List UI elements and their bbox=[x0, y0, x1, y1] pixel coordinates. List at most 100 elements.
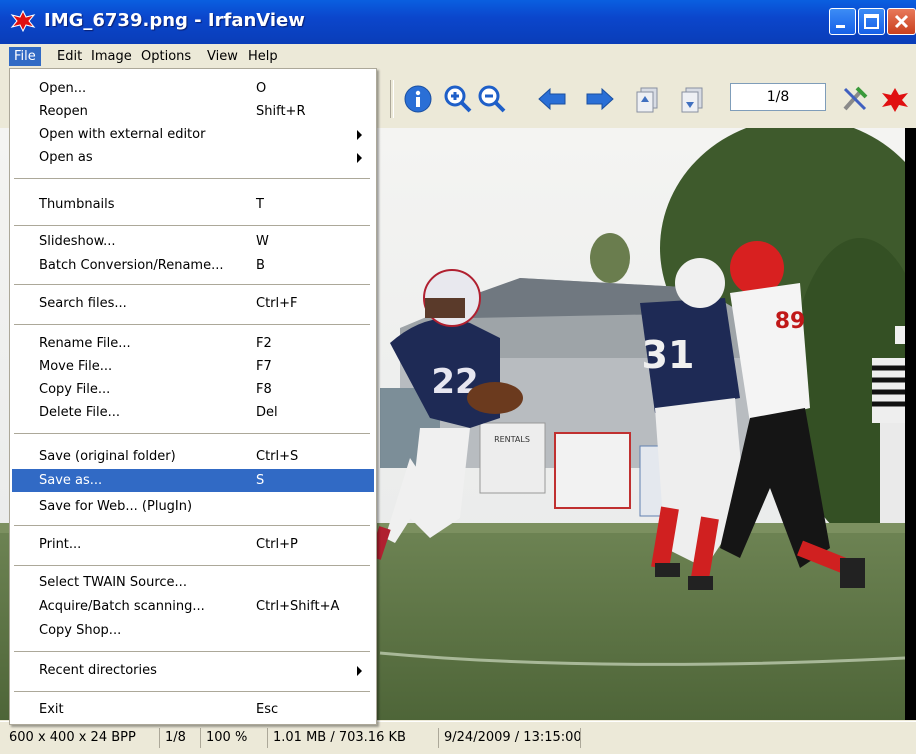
status-zoom: 100 % bbox=[200, 728, 252, 748]
menu-item-open-with-external-editor[interactable]: Open with external editor bbox=[12, 123, 374, 146]
menu-separator bbox=[14, 525, 370, 526]
menu-item-label: Recent directories bbox=[39, 663, 157, 678]
menu-item-label: Save for Web... (PlugIn) bbox=[39, 499, 193, 514]
menu-item-thumbnails[interactable]: Thumbnails T bbox=[12, 193, 374, 216]
menu-item-print[interactable]: Print... Ctrl+P bbox=[12, 533, 374, 556]
jersey-number-89: 89 bbox=[775, 309, 806, 334]
close-icon bbox=[894, 14, 909, 29]
status-empty-pane bbox=[580, 728, 900, 748]
menu-separator bbox=[14, 691, 370, 692]
menu-separator bbox=[14, 565, 370, 566]
menu-item-shortcut: Esc bbox=[256, 702, 279, 717]
title-bar: IMG_6739.png - IrfanView bbox=[0, 0, 916, 44]
status-file-size: 1.01 MB / 703.16 KB bbox=[267, 728, 411, 748]
menu-item-reopen[interactable]: Reopen Shift+R bbox=[12, 100, 374, 123]
menu-separator bbox=[14, 651, 370, 652]
menu-item-copy-file[interactable]: Copy File... F8 bbox=[12, 378, 374, 401]
minimize-button[interactable] bbox=[829, 8, 856, 35]
menu-item-label: Open as bbox=[39, 150, 93, 165]
minimize-icon bbox=[836, 25, 845, 28]
menu-item-slideshow[interactable]: Slideshow... W bbox=[12, 230, 374, 253]
menu-file[interactable]: File bbox=[9, 47, 41, 66]
maximize-button[interactable] bbox=[858, 8, 885, 35]
menu-item-label: Thumbnails bbox=[39, 197, 115, 212]
zoom-in-icon[interactable] bbox=[443, 84, 473, 114]
status-bar: 600 x 400 x 24 BPP 1/8 100 % 1.01 MB / 7… bbox=[0, 721, 916, 754]
menu-item-shortcut: B bbox=[256, 258, 265, 273]
menu-item-label: Search files... bbox=[39, 296, 127, 311]
previous-image-icon[interactable] bbox=[537, 84, 567, 114]
menu-separator bbox=[14, 178, 370, 179]
menu-item-shortcut: F8 bbox=[256, 382, 272, 397]
menu-item-save-original-folder[interactable]: Save (original folder) Ctrl+S bbox=[12, 445, 374, 468]
menu-item-label: Acquire/Batch scanning... bbox=[39, 599, 205, 614]
menu-item-label: Save (original folder) bbox=[39, 449, 176, 464]
menu-item-label: Slideshow... bbox=[39, 234, 116, 249]
menu-item-copy-shop[interactable]: Copy Shop... bbox=[12, 619, 374, 642]
menu-item-shortcut: W bbox=[256, 234, 269, 249]
first-page-icon[interactable] bbox=[633, 84, 663, 114]
info-icon[interactable] bbox=[403, 84, 433, 114]
menu-item-search-files[interactable]: Search files... Ctrl+F bbox=[12, 292, 374, 315]
menu-item-exit[interactable]: Exit Esc bbox=[12, 698, 374, 721]
menu-item-label: Move File... bbox=[39, 359, 113, 374]
menu-help[interactable]: Help bbox=[243, 47, 283, 66]
menu-item-label: Batch Conversion/Rename... bbox=[39, 258, 224, 273]
menu-item-open[interactable]: Open... O bbox=[12, 77, 374, 100]
menu-edit[interactable]: Edit bbox=[52, 47, 87, 66]
menu-item-label: Reopen bbox=[39, 104, 88, 119]
toolbar-separator bbox=[390, 80, 394, 118]
menu-item-recent-directories[interactable]: Recent directories bbox=[12, 659, 374, 682]
menu-separator bbox=[14, 433, 370, 434]
sign-rentals-text: RENTALS bbox=[494, 435, 530, 444]
page-counter-field[interactable]: 1/8 bbox=[730, 83, 826, 111]
irfanview-app-icon[interactable] bbox=[10, 9, 36, 33]
menu-item-shortcut: Ctrl+S bbox=[256, 449, 299, 464]
menu-item-label: Delete File... bbox=[39, 405, 120, 420]
menu-item-label: Copy File... bbox=[39, 382, 111, 397]
menu-item-shortcut: Ctrl+Shift+A bbox=[256, 599, 340, 614]
menu-item-shortcut: O bbox=[256, 81, 267, 96]
settings-tools-icon[interactable] bbox=[840, 84, 870, 114]
menu-item-label: Exit bbox=[39, 702, 64, 717]
menu-bar: File Edit Image Options View Help bbox=[0, 44, 916, 68]
zoom-out-icon[interactable] bbox=[477, 84, 507, 114]
close-button[interactable] bbox=[887, 8, 916, 35]
menu-item-label: Print... bbox=[39, 537, 82, 552]
menu-item-label: Select TWAIN Source... bbox=[39, 575, 187, 590]
menu-item-save-for-web[interactable]: Save for Web... (PlugIn) bbox=[12, 495, 374, 518]
menu-item-delete-file[interactable]: Delete File... Del bbox=[12, 401, 374, 424]
next-image-icon[interactable] bbox=[585, 84, 615, 114]
status-image-index: 1/8 bbox=[159, 728, 191, 748]
menu-item-label: Open... bbox=[39, 81, 87, 96]
status-date-time: 9/24/2009 / 13:15:00 bbox=[438, 728, 587, 748]
menu-item-select-twain-source[interactable]: Select TWAIN Source... bbox=[12, 571, 374, 594]
last-page-icon[interactable] bbox=[678, 84, 708, 114]
menu-item-acquire-batch-scanning[interactable]: Acquire/Batch scanning... Ctrl+Shift+A bbox=[12, 595, 374, 618]
file-menu-dropdown: Open... O Reopen Shift+R Open with externa… bbox=[9, 68, 377, 725]
menu-separator bbox=[14, 284, 370, 285]
submenu-arrow-icon bbox=[357, 153, 362, 163]
menu-item-batch-conversion[interactable]: Batch Conversion/Rename... B bbox=[12, 254, 374, 277]
menu-view[interactable]: View bbox=[202, 47, 243, 66]
menu-options[interactable]: Options bbox=[136, 47, 196, 66]
menu-item-shortcut: Shift+R bbox=[256, 104, 306, 119]
submenu-arrow-icon bbox=[357, 666, 362, 676]
status-image-dimensions: 600 x 400 x 24 BPP bbox=[9, 730, 136, 745]
menu-item-save-as[interactable]: Save as... S bbox=[12, 469, 374, 492]
menu-separator bbox=[14, 225, 370, 226]
menu-item-shortcut: Ctrl+F bbox=[256, 296, 298, 311]
window-title: IMG_6739.png - IrfanView bbox=[44, 10, 305, 31]
menu-item-shortcut: Del bbox=[256, 405, 278, 420]
menu-item-label: Save as... bbox=[39, 473, 103, 488]
submenu-arrow-icon bbox=[357, 130, 362, 140]
menu-item-shortcut: S bbox=[256, 473, 265, 488]
menu-item-label: Copy Shop... bbox=[39, 623, 122, 638]
menu-separator bbox=[14, 324, 370, 325]
menu-item-shortcut: F2 bbox=[256, 336, 272, 351]
menu-item-open-as[interactable]: Open as bbox=[12, 146, 374, 169]
menu-image[interactable]: Image bbox=[86, 47, 137, 66]
menu-item-rename-file[interactable]: Rename File... F2 bbox=[12, 332, 374, 355]
irfanview-logo-icon[interactable] bbox=[880, 84, 910, 114]
menu-item-move-file[interactable]: Move File... F7 bbox=[12, 355, 374, 378]
